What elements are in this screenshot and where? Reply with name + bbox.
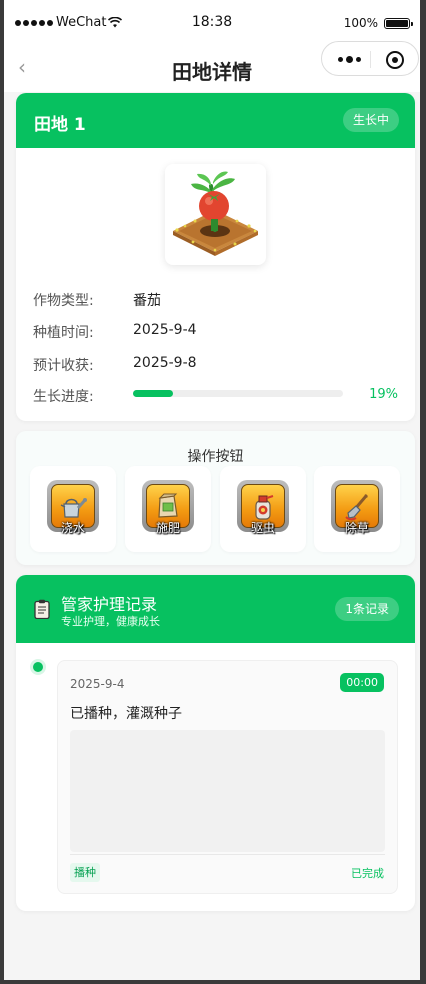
- growth-progress-percent: 19%: [369, 387, 398, 402]
- more-menu-icon[interactable]: [338, 56, 361, 63]
- battery-icon: [384, 17, 413, 29]
- fertilize-button[interactable]: 施肥: [125, 466, 211, 552]
- crop-type-label: 作物类型:: [33, 293, 94, 309]
- clipboard-icon: [34, 599, 50, 619]
- status-badge: 生长中: [342, 108, 399, 132]
- harvest-time-label: 预计收获:: [33, 358, 94, 374]
- growth-progress-fill: [133, 390, 173, 397]
- care-log-entry[interactable]: 2025-9-4 00:00 已播种，灌溉种子 播种 已完成: [57, 660, 398, 894]
- plant-time-label: 种植时间:: [33, 325, 94, 341]
- operations-card: 操作按钮 浇水 施肥 驱虫 除草: [16, 431, 415, 565]
- water-button[interactable]: 浇水: [30, 466, 116, 552]
- close-target-icon[interactable]: [386, 51, 404, 69]
- pest-control-label: 驱虫: [250, 521, 275, 535]
- weeding-button[interactable]: 除草: [314, 466, 400, 552]
- entry-tag: 播种: [70, 863, 100, 882]
- status-bar: WeChat 18:38 100%: [4, 0, 420, 44]
- entry-photo-placeholder[interactable]: [70, 730, 385, 852]
- crop-image: [165, 164, 266, 265]
- water-label: 浇水: [60, 521, 85, 535]
- field-name: 田地 1: [34, 115, 86, 135]
- battery-percent: 100%: [343, 16, 378, 30]
- plant-time-value: 2025-9-4: [133, 322, 197, 338]
- tomato-plant-icon: [173, 171, 258, 256]
- app-screen: WeChat 18:38 100% ‹ 田地详情 田地 1 生长中 作物类型: …: [4, 0, 420, 980]
- field-header: 田地 1 生长中: [16, 93, 415, 148]
- care-log-header: 管家护理记录 专业护理，健康成长 1条记录: [16, 575, 415, 643]
- harvest-time-value: 2025-9-8: [133, 355, 197, 371]
- entry-description: 已播种，灌溉种子: [70, 706, 182, 722]
- timeline-dot: [33, 662, 43, 672]
- care-log-card: 管家护理记录 专业护理，健康成长 1条记录 2025-9-4 00:00 已播种…: [16, 575, 415, 911]
- weeding-label: 除草: [344, 521, 369, 535]
- care-log-title: 管家护理记录: [61, 595, 158, 614]
- capsule-divider: [370, 51, 371, 68]
- entry-date: 2025-9-4: [70, 677, 125, 691]
- care-log-subtitle: 专业护理，健康成长: [61, 615, 160, 628]
- growth-progress-label: 生长进度:: [33, 389, 94, 405]
- entry-status: 已完成: [351, 867, 384, 880]
- entry-time-badge: 00:00: [340, 673, 384, 692]
- operations-title: 操作按钮: [187, 449, 244, 465]
- growth-progress-bar: [133, 390, 343, 397]
- battery-info: 100%: [343, 16, 413, 30]
- crop-type-value: 番茄: [133, 293, 161, 309]
- pest-control-button[interactable]: 驱虫: [220, 466, 306, 552]
- field-detail-card: 田地 1 生长中 作物类型: 番茄 种植时间: 2025-9-4 预计收获: 2…: [16, 93, 415, 421]
- record-count-badge: 1条记录: [335, 597, 399, 621]
- fertilize-label: 施肥: [155, 521, 180, 535]
- mini-program-capsule: [321, 41, 419, 76]
- entry-divider: [70, 854, 385, 855]
